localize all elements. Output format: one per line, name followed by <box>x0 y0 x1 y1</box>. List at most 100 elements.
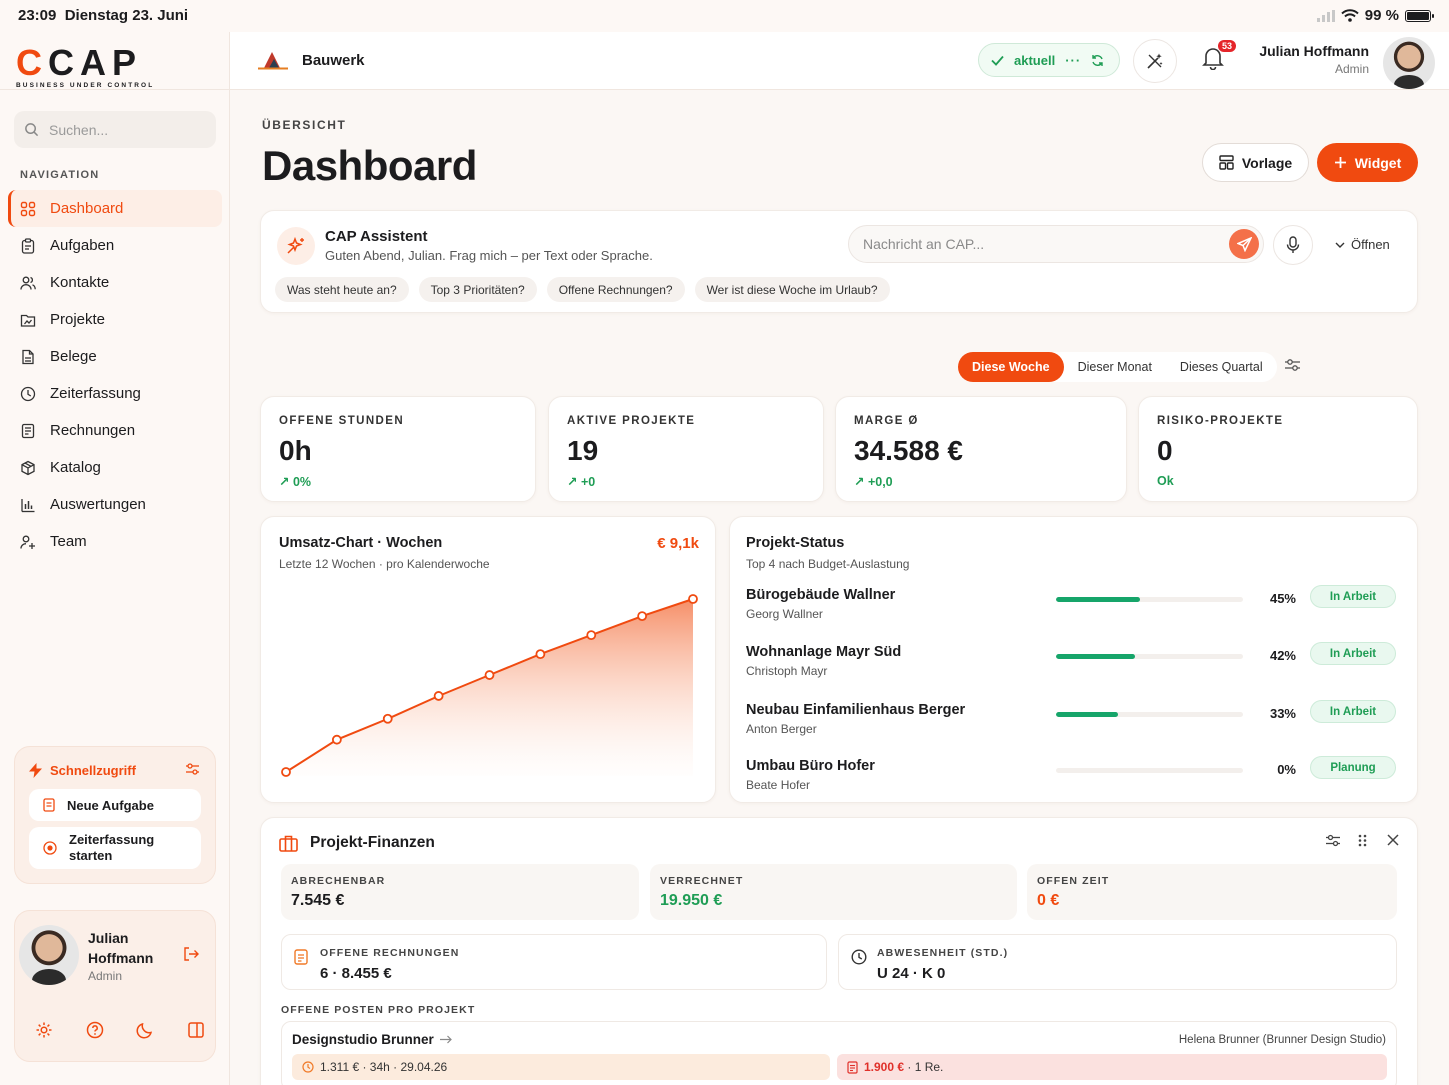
help-icon[interactable] <box>86 1021 104 1039</box>
open-item-project[interactable]: Designstudio Brunner <box>292 1032 452 1047</box>
clock-icon <box>851 949 867 965</box>
open-item-hours: 1.311 € · 34h · 29.04.26 <box>292 1054 830 1080</box>
refresh-icon[interactable] <box>1091 54 1104 67</box>
kpi-margin[interactable]: MARGE Ø 34.588 € ↗ +0,0 <box>835 396 1127 502</box>
project-name[interactable]: Bauwerk <box>302 52 365 69</box>
user-name: Julian Hoffmann <box>88 930 154 966</box>
period-option-month[interactable]: Dieser Monat <box>1064 352 1166 382</box>
sidebar-item-auswertungen[interactable]: Auswertungen <box>8 486 222 523</box>
arrow-right-icon <box>439 1035 452 1044</box>
chart-point[interactable] <box>688 594 698 604</box>
suggestion-chip[interactable]: Was steht heute an? <box>275 277 409 302</box>
sync-status-pill[interactable]: aktuell ··· <box>978 43 1120 77</box>
finances-title: Projekt-Finanzen <box>279 834 435 852</box>
project-row[interactable]: Neubau Einfamilienhaus Berger Anton Berg… <box>746 700 1406 746</box>
kpi-active-projects[interactable]: AKTIVE PROJEKTE 19 ↗ +0 <box>548 396 824 502</box>
kpi-value: 19 <box>567 435 599 466</box>
sidebar-item-katalog[interactable]: Katalog <box>8 449 222 486</box>
sidebar-item-label: Aufgaben <box>50 237 115 254</box>
notification-badge: 53 <box>1218 40 1237 52</box>
sidebar-item-rechnungen[interactable]: Rechnungen <box>8 412 222 449</box>
settings-sliders-icon[interactable] <box>186 763 199 775</box>
open-invoices-box[interactable]: OFFENE RECHNUNGEN 6 · 8.455 € <box>281 934 827 990</box>
project-row[interactable]: Wohnanlage Mayr Süd Christoph Mayr 42% I… <box>746 642 1406 688</box>
open-label: Öffnen <box>1351 237 1390 252</box>
avatar[interactable] <box>19 925 79 985</box>
clock-icon <box>20 386 36 401</box>
kpi-label: MARGE Ø <box>854 415 919 427</box>
avatar[interactable] <box>1383 37 1435 89</box>
suggestion-chip[interactable]: Top 3 Prioritäten? <box>418 277 537 302</box>
suggestion-chip[interactable]: Offene Rechnungen? <box>546 277 685 302</box>
budget-progress-fill <box>1056 597 1141 602</box>
top-user-info[interactable]: Julian Hoffmann Admin <box>1259 43 1369 76</box>
project-row[interactable]: Umbau Büro Hofer Beate Hofer 0% Planung <box>746 756 1406 802</box>
budget-progress-fill <box>1056 654 1135 659</box>
settings-sliders-icon[interactable] <box>1326 834 1340 847</box>
finance-tile-value: 7.545 € <box>291 892 345 909</box>
open-invoices-value: 6 · 8.455 € <box>320 965 392 982</box>
sidebar-item-label: Projekte <box>50 311 106 328</box>
chart-point[interactable] <box>331 734 342 745</box>
kpi-risk-projects[interactable]: RISIKO-PROJEKTE 0 Ok <box>1138 396 1418 502</box>
project-manager: Georg Wallner <box>746 607 823 621</box>
template-button[interactable]: Vorlage <box>1202 143 1309 182</box>
kpi-open-hours[interactable]: OFFENE STUNDEN 0h ↗ 0% <box>260 396 536 502</box>
suggestion-chips: Was steht heute an? Top 3 Prioritäten? O… <box>275 277 890 302</box>
sidebar-item-zeiterfassung[interactable]: Zeiterfassung <box>8 375 222 412</box>
period-option-quarter[interactable]: Dieses Quartal <box>1166 352 1277 382</box>
signal-icon <box>1316 9 1335 22</box>
open-item-row[interactable]: Designstudio Brunner Helena Brunner (Bru… <box>281 1021 1397 1085</box>
finances-toolbar <box>1326 834 1399 847</box>
chart-point[interactable] <box>433 691 444 701</box>
project-status-card: Projekt-Status Top 4 nach Budget-Auslast… <box>729 516 1418 803</box>
sidebar: CCAP BUSINESS UNDER CONTROL Suchen... NA… <box>0 32 230 1085</box>
panel-toggle-icon[interactable] <box>187 1021 205 1039</box>
briefcase-icon <box>279 835 298 852</box>
start-time-tracking-button[interactable]: Zeiterfassung starten <box>29 827 201 869</box>
page-kicker: ÜBERSICHT <box>262 118 347 132</box>
close-icon[interactable] <box>1387 834 1399 846</box>
battery-icon <box>1405 9 1434 22</box>
brand-logo[interactable]: CCAP BUSINESS UNDER CONTROL <box>16 42 154 89</box>
budget-progress-bar <box>1056 768 1243 773</box>
chart-point[interactable] <box>637 611 648 622</box>
sidebar-item-belege[interactable]: Belege <box>8 338 222 375</box>
chart-point[interactable] <box>535 649 546 660</box>
chart-point[interactable] <box>586 630 597 641</box>
sidebar-item-label: Dashboard <box>50 200 124 217</box>
chart-point[interactable] <box>281 767 291 777</box>
assistant-message-input[interactable]: Nachricht an CAP... <box>848 225 1264 263</box>
filter-sliders-icon[interactable] <box>1285 358 1300 372</box>
project-status-subtitle: Top 4 nach Budget-Auslastung <box>746 557 910 571</box>
period-option-week[interactable]: Diese Woche <box>958 352 1064 382</box>
drag-handle-icon[interactable] <box>1358 834 1369 847</box>
chart-point[interactable] <box>484 670 495 680</box>
project-name: Umbau Büro Hofer <box>746 758 875 774</box>
sidebar-item-projekte[interactable]: Projekte <box>8 301 222 338</box>
sidebar-item-dashboard[interactable]: Dashboard <box>8 190 222 227</box>
logout-icon[interactable] <box>183 947 199 961</box>
new-task-button[interactable]: Neue Aufgabe <box>29 789 201 821</box>
dark-mode-moon-icon[interactable] <box>136 1021 154 1039</box>
kpi-delta: ↗ 0% <box>279 475 312 489</box>
project-row[interactable]: Bürogebäude Wallner Georg Wallner 45% In… <box>746 585 1406 631</box>
suggestion-chip[interactable]: Wer ist diese Woche im Urlaub? <box>694 277 890 302</box>
notifications-button[interactable]: 53 <box>1202 40 1237 75</box>
absence-box[interactable]: ABWESENHEIT (STD.) U 24 · K 0 <box>838 934 1397 990</box>
settings-gear-icon[interactable] <box>35 1021 53 1039</box>
magic-wand-button[interactable] <box>1133 39 1177 83</box>
kpi-label: RISIKO-PROJEKTE <box>1157 415 1284 427</box>
send-button[interactable] <box>1229 229 1259 259</box>
sidebar-item-aufgaben[interactable]: Aufgaben <box>8 227 222 264</box>
sidebar-item-team[interactable]: Team <box>8 523 222 560</box>
search-input[interactable]: Suchen... <box>14 111 216 148</box>
microphone-button[interactable] <box>1273 225 1313 265</box>
sidebar-item-kontakte[interactable]: Kontakte <box>8 264 222 301</box>
add-widget-button[interactable]: Widget <box>1317 143 1418 182</box>
start-time-tracking-label: Zeiterfassung starten <box>69 832 155 863</box>
project-logo-icon[interactable] <box>258 48 288 70</box>
chart-point[interactable] <box>382 713 393 724</box>
assistant-open-toggle[interactable]: Öffnen <box>1335 237 1390 252</box>
kpi-delta: Ok <box>1157 474 1174 488</box>
